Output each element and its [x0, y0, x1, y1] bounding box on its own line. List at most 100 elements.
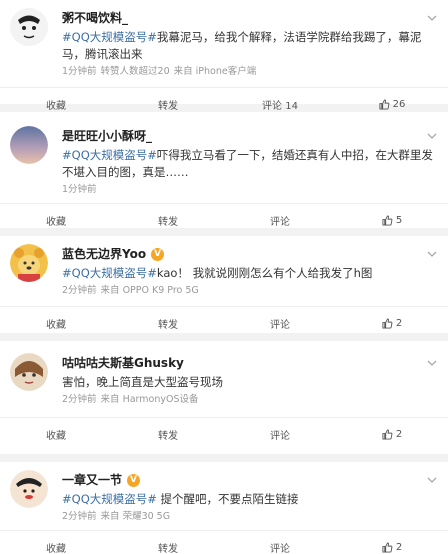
- post-time: 2分钟前: [62, 511, 97, 522]
- like-button[interactable]: 2: [336, 307, 448, 339]
- post-meta: 2分钟前 来自 OPPO K9 Pro 5G: [62, 284, 438, 298]
- avatar[interactable]: [10, 244, 48, 282]
- username-text[interactable]: 咕咕咕夫斯基Ghusky: [62, 355, 184, 371]
- username-text[interactable]: 蓝色无边界Yoo: [62, 246, 146, 262]
- repost-button[interactable]: 转发: [112, 531, 224, 554]
- post-card: 是旺旺小小酥呀_ #QQ大规模盗号#吓得我立马看了一下，结婚还真有人中招，在大群…: [0, 112, 448, 228]
- chevron-down-icon[interactable]: [426, 248, 438, 260]
- post-device: 来自 OPPO K9 Pro 5G: [100, 285, 199, 296]
- like-count: 2: [395, 541, 403, 553]
- action-bar: 收藏 转发 评论 2: [0, 417, 448, 450]
- like-count: 26: [392, 98, 406, 110]
- post-device: 来自 HarmonyOS设备: [100, 394, 199, 405]
- chevron-down-icon[interactable]: [426, 474, 438, 486]
- favorite-label: 收藏: [46, 319, 66, 331]
- repost-button[interactable]: 转发: [112, 307, 224, 339]
- like-count: 2: [395, 317, 403, 329]
- favorite-label: 收藏: [46, 430, 66, 442]
- post-content: #QQ大规模盗号#我幕泥马，给我个解释，法语学院群给我踢了，幕泥马，腾讯滚出来: [62, 29, 438, 63]
- post-time: 2分钟前: [62, 285, 97, 296]
- verified-badge-icon: V: [151, 247, 165, 261]
- post-meta: 1分钟前 转赞人数超过20 来自 iPhone客户端: [62, 65, 438, 79]
- post-body: 一章又一节 V #QQ大规模盗号# 提个醒吧，不要点陌生链接 2分钟前 来自 荣耀3…: [0, 462, 448, 524]
- action-bar: 收藏 转发 评论 2: [0, 306, 448, 339]
- verified-badge-icon: V: [127, 473, 141, 487]
- username[interactable]: 是旺旺小小酥呀_: [62, 128, 438, 144]
- avatar[interactable]: [10, 353, 48, 391]
- comment-button[interactable]: 评论: [224, 531, 336, 554]
- repost-info: 转赞人数超过20: [100, 66, 170, 77]
- post-text: kao！ 我就说刚刚怎么有个人给我发了h图: [156, 266, 373, 280]
- repost-button[interactable]: 转发: [112, 418, 224, 450]
- repost-label: 转发: [158, 430, 178, 442]
- topic-tag[interactable]: #QQ大规模盗号#: [62, 266, 157, 280]
- favorite-button[interactable]: 收藏: [0, 307, 112, 339]
- comment-label: 评论: [270, 216, 290, 228]
- post-body: 咕咕咕夫斯基Ghusky 害怕，晚上简直是大型盗号现场 2分钟前 来自 Harmo…: [0, 341, 448, 407]
- chevron-down-icon[interactable]: [426, 12, 438, 24]
- thumbs-up-icon: [382, 428, 393, 440]
- repost-button[interactable]: 转发: [112, 204, 224, 236]
- post-card: 蓝色无边界Yoo V #QQ大规模盗号#kao！ 我就说刚刚怎么有个人给我发了h图…: [0, 236, 448, 333]
- avatar[interactable]: [10, 126, 48, 164]
- post-content: #QQ大规模盗号#kao！ 我就说刚刚怎么有个人给我发了h图: [62, 265, 438, 282]
- weibo-feed: 粥不喝饮料_ #QQ大规模盗号#我幕泥马，给我个解释，法语学院群给我踢了，幕泥马…: [0, 0, 448, 554]
- comment-button[interactable]: 评论: [224, 418, 336, 450]
- comment-label: 评论 14: [262, 100, 298, 112]
- post-meta: 1分钟前: [62, 183, 438, 197]
- like-button[interactable]: 5: [336, 204, 448, 236]
- chevron-down-icon[interactable]: [426, 357, 438, 369]
- favorite-button[interactable]: 收藏: [0, 418, 112, 450]
- repost-label: 转发: [158, 100, 178, 112]
- favorite-label: 收藏: [46, 543, 66, 554]
- favorite-button[interactable]: 收藏: [0, 204, 112, 236]
- favorite-label: 收藏: [46, 216, 66, 228]
- like-count: 2: [395, 428, 403, 440]
- favorite-label: 收藏: [46, 100, 66, 112]
- like-count: 5: [395, 214, 403, 226]
- post-meta: 2分钟前 来自 荣耀30 5G: [62, 510, 438, 524]
- username-text[interactable]: 是旺旺小小酥呀_: [62, 128, 152, 144]
- post-device: 来自 荣耀30 5G: [100, 511, 171, 522]
- comment-button[interactable]: 评论: [224, 307, 336, 339]
- username[interactable]: 粥不喝饮料_: [62, 10, 438, 26]
- like-button[interactable]: 2: [336, 531, 448, 554]
- chevron-down-icon[interactable]: [426, 130, 438, 142]
- post-content: #QQ大规模盗号#吓得我立马看了一下，结婚还真有人中招，在大群里发不堪入目的图，…: [62, 147, 438, 181]
- post-body: 粥不喝饮料_ #QQ大规模盗号#我幕泥马，给我个解释，法语学院群给我踢了，幕泥马…: [0, 0, 448, 79]
- comment-label: 评论: [270, 430, 290, 442]
- username-text[interactable]: 粥不喝饮料_: [62, 10, 128, 26]
- post-body: 是旺旺小小酥呀_ #QQ大规模盗号#吓得我立马看了一下，结婚还真有人中招，在大群…: [0, 112, 448, 197]
- post-time: 2分钟前: [62, 394, 97, 405]
- favorite-button[interactable]: 收藏: [0, 531, 112, 554]
- post-card: 粥不喝饮料_ #QQ大规模盗号#我幕泥马，给我个解释，法语学院群给我踢了，幕泥马…: [0, 0, 448, 112]
- post-body: 蓝色无边界Yoo V #QQ大规模盗号#kao！ 我就说刚刚怎么有个人给我发了h图…: [0, 236, 448, 298]
- username-text[interactable]: 一章又一节: [62, 472, 122, 488]
- username[interactable]: 蓝色无边界Yoo V: [62, 246, 438, 262]
- post-card: 咕咕咕夫斯基Ghusky 害怕，晚上简直是大型盗号现场 2分钟前 来自 Harmo…: [0, 341, 448, 454]
- post-time: 1分钟前: [62, 184, 97, 195]
- action-bar: 收藏 转发 评论 5: [0, 203, 448, 236]
- thumbs-up-icon: [382, 541, 393, 553]
- topic-tag[interactable]: #QQ大规模盗号#: [62, 148, 157, 162]
- username[interactable]: 咕咕咕夫斯基Ghusky: [62, 355, 438, 371]
- post-time: 1分钟前: [62, 66, 97, 77]
- post-meta: 2分钟前 来自 HarmonyOS设备: [62, 393, 438, 407]
- post-content: 害怕，晚上简直是大型盗号现场: [62, 374, 438, 391]
- repost-label: 转发: [158, 216, 178, 228]
- thumbs-up-icon: [379, 98, 390, 110]
- like-button[interactable]: 2: [336, 418, 448, 450]
- repost-label: 转发: [158, 319, 178, 331]
- comment-button[interactable]: 评论: [224, 204, 336, 236]
- topic-tag[interactable]: #QQ大规模盗号#: [62, 30, 157, 44]
- post-device: 来自 iPhone客户端: [173, 66, 257, 77]
- post-card: 一章又一节 V #QQ大规模盗号# 提个醒吧，不要点陌生链接 2分钟前 来自 荣耀3…: [0, 462, 448, 554]
- comment-label: 评论: [270, 543, 290, 554]
- username[interactable]: 一章又一节 V: [62, 472, 438, 488]
- thumbs-up-icon: [382, 214, 393, 226]
- avatar[interactable]: [10, 8, 48, 46]
- post-text: 害怕，晚上简直是大型盗号现场: [62, 375, 223, 389]
- avatar[interactable]: [10, 470, 48, 508]
- thumbs-up-icon: [382, 317, 393, 329]
- topic-tag[interactable]: #QQ大规模盗号#: [62, 492, 157, 506]
